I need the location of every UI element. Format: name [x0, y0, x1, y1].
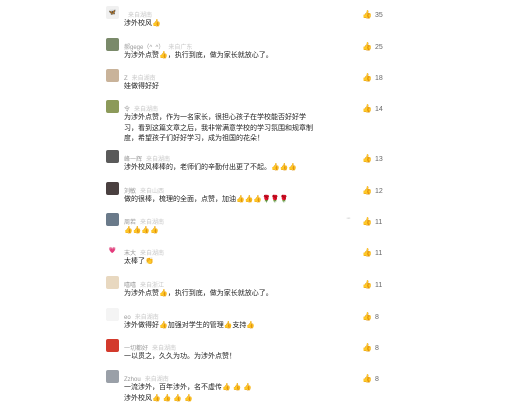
thumbs-up-icon: 👍: [362, 217, 372, 226]
more-dots-icon[interactable]: ···: [346, 213, 351, 225]
comment-meta: eo 来自湖南: [124, 308, 159, 321]
comment-feed: 🦋 来自湖南 涉外校风👍 👍 35 郝gege（^_^） 来自广东 为涉外点赞👍，执…: [0, 0, 512, 403]
like-button[interactable]: 👍 8: [362, 370, 379, 383]
comment-text: 太棒了👏: [124, 258, 154, 265]
like-button[interactable]: 👍 8: [362, 339, 379, 352]
avatar[interactable]: [106, 100, 119, 113]
comment-meta: 末大 来自湖南: [124, 244, 164, 257]
like-button[interactable]: 👍 14: [362, 100, 383, 113]
like-count: 8: [374, 376, 379, 383]
like-count: 14: [374, 106, 383, 113]
thumbs-up-icon: 👍: [362, 154, 372, 163]
like-button[interactable]: 👍 8: [362, 308, 379, 321]
comment-text: 涉外校风👍: [124, 20, 161, 27]
thumbs-up-icon: 👍: [362, 10, 372, 19]
like-button[interactable]: 👍 35: [362, 6, 383, 19]
like-count: 8: [374, 345, 379, 352]
comment-text: 为涉外点赞👍，执行到底，做为家长就放心了。: [124, 290, 273, 297]
comment-meta: 郝gege（^_^） 来自广东: [124, 38, 192, 51]
comment-text: 为涉外点赞，作为一名家长，很担心孩子在学校能否好好学习，看到这篇文章之后，我非常…: [124, 114, 313, 142]
thumbs-up-icon: 👍: [362, 248, 372, 257]
comment-text: 娃做得好好: [124, 83, 159, 90]
like-count: 11: [374, 219, 383, 226]
comment-meta: Z 来自湖南: [124, 69, 156, 82]
avatar[interactable]: [106, 69, 119, 82]
like-count: 11: [374, 250, 383, 257]
avatar[interactable]: [106, 150, 119, 163]
thumbs-up-icon: 👍: [362, 312, 372, 321]
comment-text: 一以贯之，久久为功。为涉外点赞！: [124, 353, 236, 360]
avatar[interactable]: [106, 276, 119, 289]
avatar[interactable]: [106, 339, 119, 352]
like-count: 25: [374, 44, 383, 51]
thumbs-up-icon: 👍: [362, 343, 372, 352]
like-button[interactable]: 👍 13: [362, 150, 383, 163]
like-button[interactable]: 👍 18: [362, 69, 383, 82]
avatar[interactable]: [106, 213, 119, 226]
comment-meta: 周若 来自湖南: [124, 213, 164, 226]
like-count: 18: [374, 75, 383, 82]
comment-meta: 来自湖南: [124, 6, 152, 19]
avatar[interactable]: [106, 38, 119, 51]
thumbs-up-icon: 👍: [362, 374, 372, 383]
comment-text: 一流涉外，百年涉外，名不虚传👍 👍 👍 涉外校风👍 👍 👍 👍: [124, 384, 253, 402]
thumbs-up-icon: 👍: [362, 73, 372, 82]
comment-text: 为涉外点赞👍，执行到底，做为家长就放心了。: [124, 52, 273, 59]
avatar[interactable]: [106, 308, 119, 321]
comment-meta: 一切都好 来自湖南: [124, 339, 176, 352]
comment-text: 涉外校风棒棒的，老师们的辛勤付出更了不起。👍👍👍: [124, 164, 298, 171]
comment-text: 涉外做得好👍加强对学生的管理👍支持👍: [124, 322, 256, 329]
thumbs-up-icon: 👍: [362, 280, 372, 289]
like-count: 12: [374, 188, 383, 195]
like-button[interactable]: 👍 25: [362, 38, 383, 51]
comment-text: 👍👍👍👍: [124, 227, 159, 234]
like-button[interactable]: 👍 12: [362, 182, 383, 195]
avatar[interactable]: 🦋: [106, 6, 119, 19]
comment-meta: 令来自湖南: [124, 100, 158, 113]
comment-text: 做的很棒，梳理的全面，点赞，加油👍👍👍🌹🌹🌹: [124, 196, 289, 203]
thumbs-up-icon: 👍: [362, 42, 372, 51]
like-button[interactable]: 👍 11: [362, 276, 382, 289]
like-count: 35: [374, 12, 383, 19]
like-button[interactable]: 👍 11: [362, 244, 382, 257]
comment-meta: 嘻嘻 来自浙江: [124, 276, 164, 289]
like-count: 11: [374, 282, 383, 289]
avatar[interactable]: [106, 370, 119, 383]
avatar[interactable]: 💗: [106, 244, 119, 257]
comment-meta: Zzhou 来自湖南: [124, 370, 169, 383]
comment-meta: 峰一辉 来自湖南: [124, 150, 170, 163]
like-button[interactable]: 👍 11: [362, 213, 382, 226]
avatar[interactable]: [106, 182, 119, 195]
like-count: 13: [374, 156, 383, 163]
thumbs-up-icon: 👍: [362, 186, 372, 195]
comment-meta: 刘敏 来自山西: [124, 182, 164, 195]
thumbs-up-icon: 👍: [362, 104, 372, 113]
like-count: 8: [374, 314, 379, 321]
